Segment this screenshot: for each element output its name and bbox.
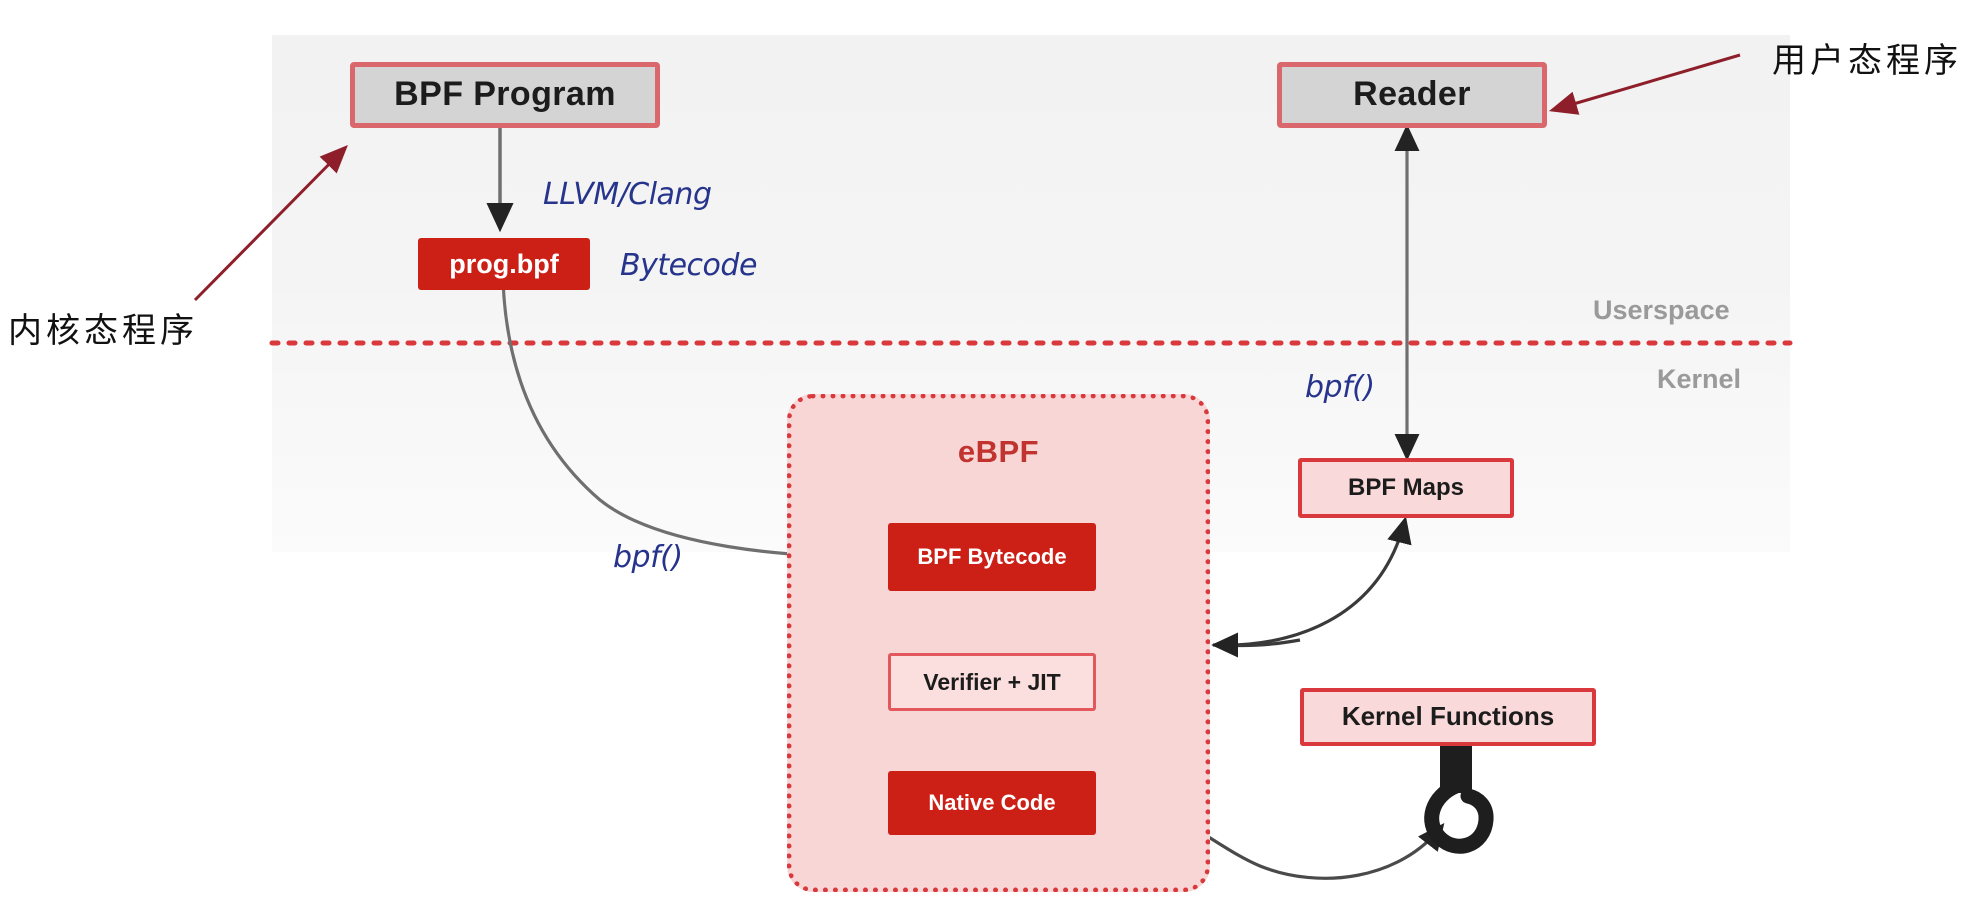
node-verifier-jit-label: Verifier + JIT <box>923 668 1061 695</box>
kernel-hook-icon <box>1424 745 1494 854</box>
node-bpf-program-label: BPF Program <box>394 75 616 114</box>
node-reader[interactable]: Reader <box>1277 62 1547 128</box>
node-bpf-bytecode-label: BPF Bytecode <box>917 544 1067 570</box>
region-label-kernel: Kernel <box>1657 364 1742 394</box>
diagram-canvas: eBPF BPF Program prog.bpf Reader BPF Byt… <box>0 0 1972 914</box>
edge-maps-to-ebpf <box>1211 632 1301 658</box>
node-verifier-jit[interactable]: Verifier + JIT <box>888 653 1096 711</box>
node-bpf-program[interactable]: BPF Program <box>350 62 660 128</box>
edge-label-bytecode: Bytecode <box>620 248 757 283</box>
node-bpf-maps-label: BPF Maps <box>1347 474 1464 502</box>
node-bpf-maps[interactable]: BPF Maps <box>1298 458 1514 518</box>
node-reader-label: Reader <box>1353 75 1471 114</box>
edge-label-llvm-clang: LLVM/Clang <box>543 177 712 212</box>
node-native-code-label: Native Code <box>928 790 1056 816</box>
node-kernel-functions[interactable]: Kernel Functions <box>1300 688 1596 746</box>
edge-label-bpf-syscall-left: bpf() <box>613 540 683 575</box>
node-kernel-functions-label: Kernel Functions <box>1341 701 1555 732</box>
node-prog-bpf-label: prog.bpf <box>449 248 559 279</box>
node-prog-bpf[interactable]: prog.bpf <box>418 238 590 290</box>
annotation-right-user-mode-program: 用户态程序 <box>1772 41 1962 81</box>
node-bpf-bytecode[interactable]: BPF Bytecode <box>888 523 1096 591</box>
region-label-userspace: Userspace <box>1593 295 1730 325</box>
node-native-code[interactable]: Native Code <box>888 771 1096 835</box>
edge-label-bpf-syscall-right: bpf() <box>1305 370 1375 405</box>
annotation-left-kernel-mode-program: 内核态程序 <box>8 311 198 351</box>
ebpf-container-label: eBPF <box>957 434 1040 469</box>
